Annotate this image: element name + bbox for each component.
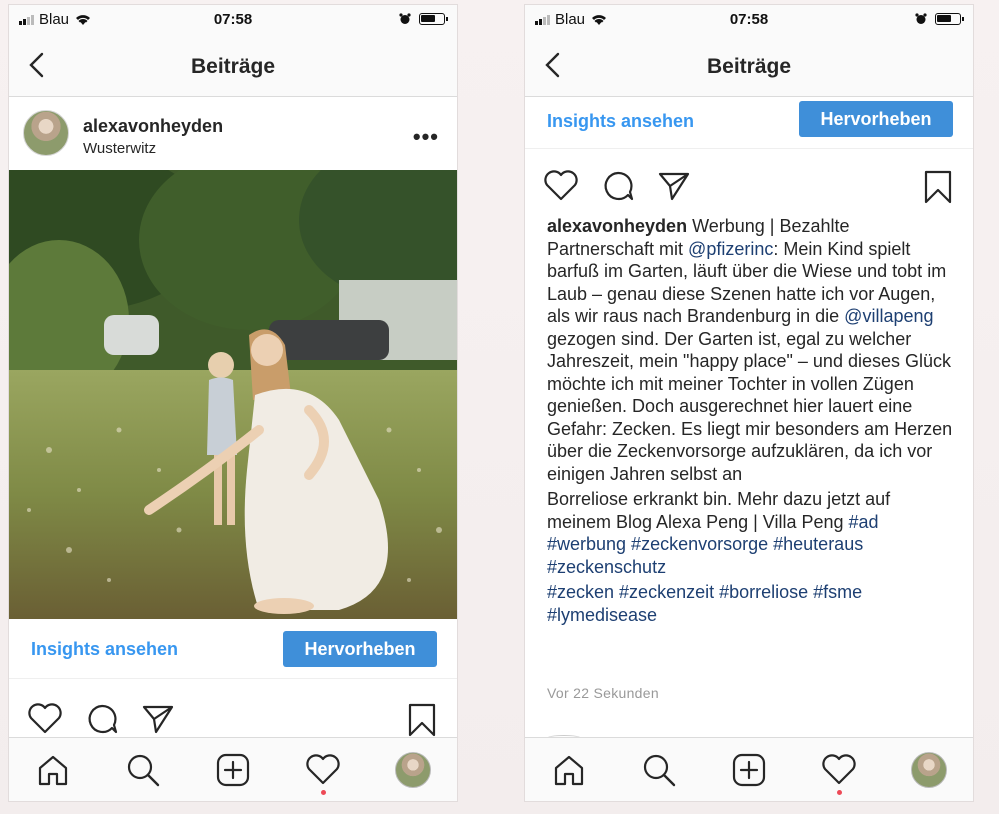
caption-username[interactable]: alexavonheyden	[547, 216, 687, 236]
mention-link[interactable]: @pfizerinc	[688, 239, 773, 259]
search-icon	[127, 754, 160, 787]
tab-activity[interactable]	[821, 752, 857, 788]
post-caption: alexavonheyden Werbung | Bezahlte Partne…	[547, 215, 957, 626]
tab-search[interactable]	[125, 752, 161, 788]
post-header: alexavonheyden Wusterwitz •••	[9, 98, 457, 170]
highlight-button[interactable]: Hervorheben	[283, 631, 437, 667]
notification-dot	[837, 790, 842, 795]
share-icon[interactable]	[657, 170, 691, 202]
profile-avatar	[911, 752, 947, 788]
nav-header: Beiträge	[525, 35, 973, 97]
home-icon	[38, 755, 68, 786]
tab-profile[interactable]	[395, 752, 431, 788]
status-time: 07:58	[213, 11, 253, 28]
tab-home[interactable]	[551, 752, 587, 788]
mention-link[interactable]: @villapeng	[844, 306, 933, 326]
heart-icon	[822, 754, 856, 785]
caption-continuation: Borreliose erkrankt bin. Mehr dazu jetzt…	[547, 488, 957, 578]
comment-icon[interactable]	[85, 703, 119, 735]
share-icon[interactable]	[141, 703, 175, 735]
status-bar: Blau 07:58	[9, 5, 457, 35]
bookmark-icon[interactable]	[923, 170, 953, 204]
tab-search[interactable]	[641, 752, 677, 788]
tab-add[interactable]	[731, 752, 767, 788]
notification-dot	[321, 790, 326, 795]
bookmark-icon[interactable]	[407, 703, 437, 737]
like-heart-icon[interactable]	[543, 170, 579, 202]
page-title: Beiträge	[706, 55, 792, 78]
post-location[interactable]: Wusterwitz	[83, 140, 156, 157]
insights-row: Insights ansehen Hervorheben	[9, 619, 457, 679]
tab-bar	[525, 737, 973, 801]
home-icon	[554, 755, 584, 786]
highlight-button[interactable]: Hervorheben	[799, 101, 953, 137]
insights-link[interactable]: Insights ansehen	[547, 111, 694, 132]
phone-screen-right: Blau 07:58 Beiträge Insights ansehen Her…	[524, 4, 974, 802]
alarm-icon	[915, 13, 927, 24]
post-username[interactable]: alexavonheyden	[83, 116, 223, 137]
action-row	[9, 693, 457, 741]
tab-activity[interactable]	[305, 752, 341, 788]
insights-link[interactable]: Insights ansehen	[31, 639, 178, 660]
more-options-icon[interactable]: •••	[413, 124, 439, 150]
alarm-icon	[399, 13, 411, 24]
insights-row: Insights ansehen Hervorheben	[525, 97, 973, 149]
post-image	[9, 170, 457, 619]
profile-avatar	[395, 752, 431, 788]
add-icon	[732, 753, 766, 787]
caption-text: gezogen sind. Der Garten ist, egal zu we…	[547, 328, 953, 484]
tab-add[interactable]	[215, 752, 251, 788]
search-icon	[643, 754, 676, 787]
comment-icon[interactable]	[601, 170, 635, 202]
tab-profile[interactable]	[911, 752, 947, 788]
status-time: 07:58	[729, 11, 769, 28]
post-photo[interactable]	[9, 170, 457, 619]
page-title: Beiträge	[190, 55, 276, 78]
add-icon	[216, 753, 250, 787]
phone-screen-left: Blau 07:58 Beiträge alexavonheyden Wuste…	[8, 4, 458, 802]
avatar[interactable]	[23, 110, 69, 156]
nav-header: Beiträge	[9, 35, 457, 97]
action-row	[525, 160, 973, 208]
status-bar: Blau 07:58	[525, 5, 973, 35]
battery-icon	[419, 13, 448, 25]
tab-home[interactable]	[35, 752, 71, 788]
caption-text: Borreliose erkrankt bin. Mehr dazu jetzt…	[547, 489, 891, 532]
hashtag-list[interactable]: #zecken #zeckenzeit #borreliose #fsme #l…	[547, 581, 957, 626]
battery-icon	[935, 13, 964, 25]
like-heart-icon[interactable]	[27, 703, 63, 735]
heart-icon	[306, 754, 340, 785]
post-timestamp: Vor 22 Sekunden	[547, 685, 659, 701]
tab-bar	[9, 737, 457, 801]
